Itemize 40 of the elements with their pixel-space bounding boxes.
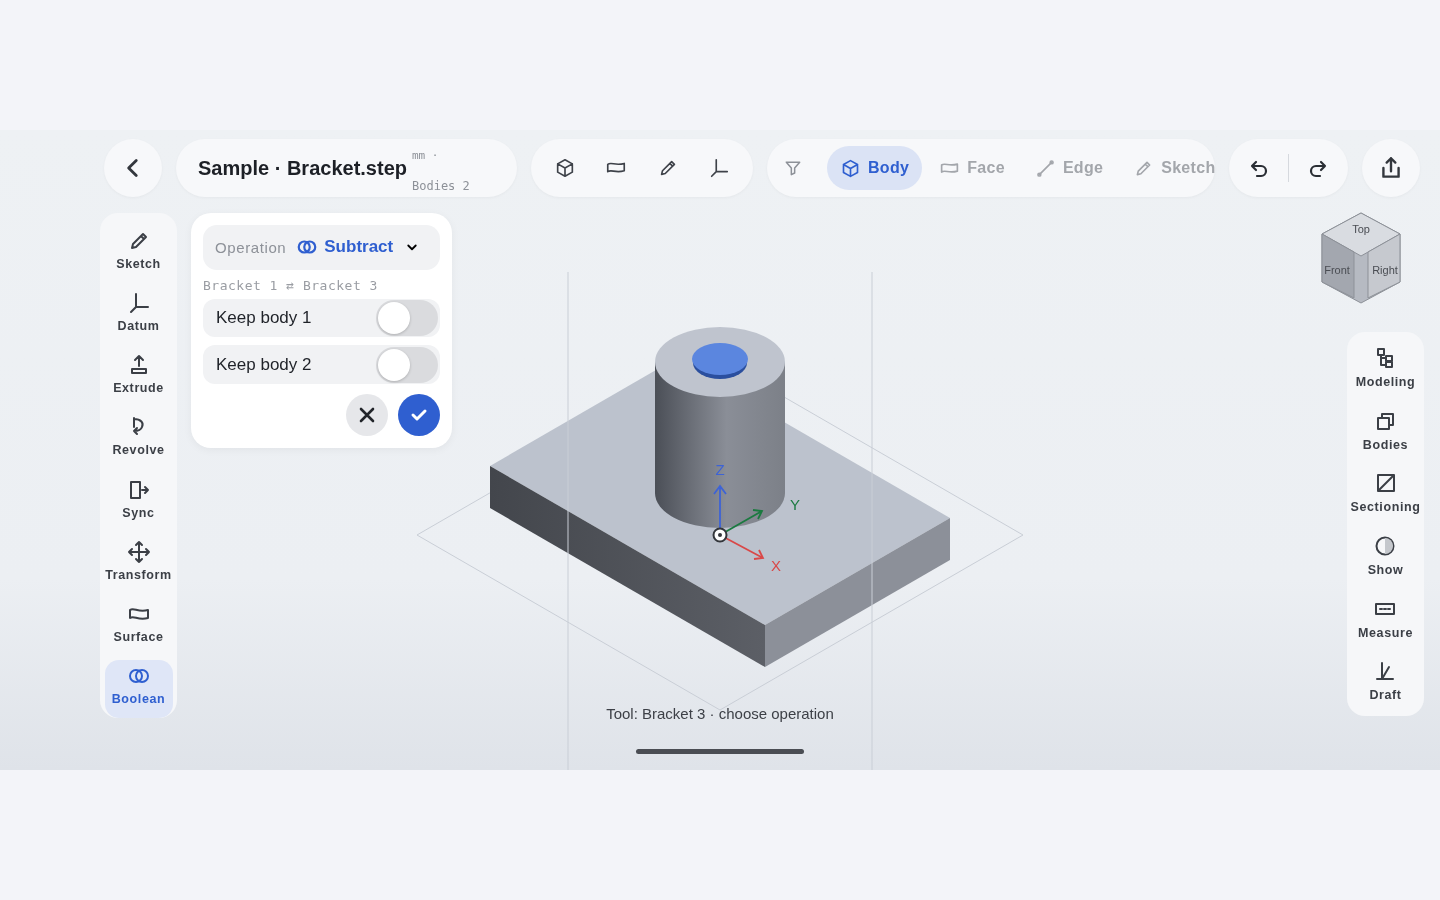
sidebar-tool[interactable]: Sketch [104,225,173,284]
axis-label: Y [790,496,800,513]
move-icon [126,539,151,564]
status-text: Tool: Bracket 3 · choose operation [606,705,834,722]
sidebar-tool[interactable]: Revolve [104,411,173,470]
filter-chip[interactable]: Body [827,146,923,190]
filter-icon [783,158,803,178]
sidebar-tool[interactable]: Boolean [104,659,173,718]
unit-label: mm · [412,149,439,162]
confirm-button[interactable] [398,394,440,436]
cube-face-label[interactable]: Right [1372,264,1398,276]
origin-icon [712,527,728,543]
axis-label: Z [715,461,725,478]
cube-face-label[interactable]: Top [1352,223,1370,235]
toggle-switch[interactable] [376,299,438,336]
file-title: Sample · Bracket.step [198,156,407,180]
toggle-switch[interactable] [376,346,438,383]
operation-dropdown[interactable]: Operation Subtract [203,225,440,270]
sidebar-tool[interactable]: Extrude [104,349,173,408]
sidebar-tool[interactable]: Measure [1358,596,1413,654]
sidebar-tool[interactable]: Bodies [1362,408,1409,466]
cube-face-label[interactable]: Front [1324,264,1350,276]
cancel-button[interactable] [346,394,388,436]
option-label: Keep body 2 [216,354,312,375]
axes-icon [708,157,731,179]
sidebar-tool[interactable]: Modeling [1355,346,1416,403]
sidebar-tool[interactable]: Sync [104,473,173,532]
sidebar-tool[interactable]: Surface [104,597,173,656]
sidebar-tool[interactable]: Show [1367,534,1404,591]
option-label: Keep body 1 [216,307,312,328]
axis-label: X [771,557,781,574]
view-cube[interactable]: Top Front Right [1320,212,1402,304]
cube-icon [840,157,861,179]
sidebar-tool[interactable]: Sectioning [1350,471,1421,528]
sidebar-tool[interactable]: Datum [104,287,173,346]
line-segment-icon [1034,157,1056,179]
sidebar-tool[interactable]: Transform [104,535,173,594]
body-pair-label: Bracket 1 ⇄ Bracket 3 [203,277,379,293]
sidebar-tool[interactable]: Draft [1369,659,1402,717]
body-count: Bodies 2 [412,179,470,193]
